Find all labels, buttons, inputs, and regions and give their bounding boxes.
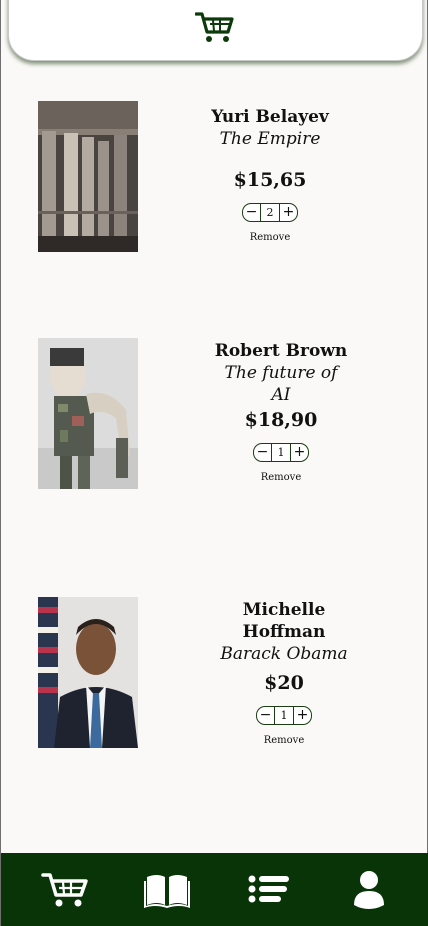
book-cover-image[interactable] xyxy=(38,597,138,748)
quantity-stepper: − 1 + xyxy=(256,705,312,725)
decrement-button[interactable]: − xyxy=(254,444,271,461)
item-details: Robert Brown The future of AI $18,90 − 1… xyxy=(201,340,361,484)
increment-button[interactable]: + xyxy=(280,204,297,221)
user-icon[interactable] xyxy=(347,869,395,909)
decrement-button[interactable]: − xyxy=(257,707,274,724)
item-price: $15,65 xyxy=(233,169,307,191)
quantity-value: 1 xyxy=(274,706,294,724)
decrement-button[interactable]: − xyxy=(243,204,260,221)
book-cover-image[interactable] xyxy=(38,101,138,252)
quantity-value: 1 xyxy=(271,443,291,461)
book-icon[interactable] xyxy=(143,869,191,909)
item-title-line2: AI xyxy=(271,385,291,405)
item-details: Yuri Belayev The Empire $15,65 − 2 + Rem… xyxy=(190,106,350,244)
quantity-stepper: − 1 + xyxy=(253,442,309,462)
list-icon[interactable] xyxy=(245,869,293,909)
item-author-line1: Michelle xyxy=(242,600,326,620)
increment-button[interactable]: + xyxy=(294,707,311,724)
remove-button[interactable]: Remove xyxy=(201,472,361,484)
item-price: $20 xyxy=(264,672,304,694)
remove-button[interactable]: Remove xyxy=(190,232,350,244)
cart-icon[interactable] xyxy=(41,869,89,909)
bottom-nav xyxy=(1,853,428,926)
item-title: Barack Obama xyxy=(220,644,348,664)
book-cover-image[interactable] xyxy=(38,338,138,489)
remove-button[interactable]: Remove xyxy=(204,735,364,747)
cart-icon[interactable] xyxy=(195,10,235,44)
item-title: The Empire xyxy=(219,129,321,149)
quantity-stepper: − 2 + xyxy=(242,202,298,222)
item-title-line1: The future of xyxy=(224,363,338,383)
increment-button[interactable]: + xyxy=(291,444,308,461)
item-details: Michelle Hoffman Barack Obama $20 − 1 + … xyxy=(204,599,364,747)
top-header xyxy=(8,0,423,61)
item-author-line2: Hoffman xyxy=(242,622,326,642)
item-author: Yuri Belayev xyxy=(211,107,329,127)
item-author: Robert Brown xyxy=(214,341,348,361)
item-price: $18,90 xyxy=(244,409,318,431)
quantity-value: 2 xyxy=(260,203,280,221)
